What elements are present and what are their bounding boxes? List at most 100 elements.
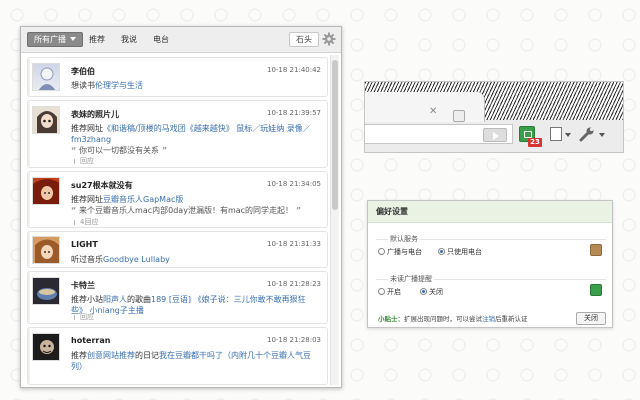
avatar[interactable] [32,333,60,361]
scrollbar[interactable] [330,55,339,385]
avatar[interactable] [32,277,60,305]
tip-body: 扩展出现问题时，可以尝试 [404,315,482,323]
user-name[interactable]: LIGHT [71,240,98,249]
tab-all-label: 所有广播 [34,35,66,44]
tab-all-broadcasts[interactable]: 所有广播 [27,32,83,47]
radio-label: 开启 [387,288,401,296]
radio-label: 只使用电台 [447,248,482,256]
page-menu-icon[interactable] [550,127,562,141]
item-link-song[interactable]: 189 [豆语] [151,295,191,304]
unread-badge: 23 [528,138,542,147]
radio-label: 广播与电台 [387,248,422,256]
search-button[interactable]: 石头 [289,32,319,47]
radio-off[interactable]: 关闭 [420,287,443,297]
tab-mine[interactable]: 我说 [121,32,137,47]
item-body: 推荐网址豆瓣音乐人GapMac版 “ 来个豆瓣音乐人mac内部0day泄漏版！有m… [71,195,302,215]
tab-recommend[interactable]: 推荐 [89,32,105,47]
radio-icon[interactable] [378,288,385,295]
action-text: 推荐小站 [71,295,103,304]
item-link[interactable]: 伦理学与生活 [95,81,143,90]
item-link[interactable]: 《和谐稿/顶楼的马戏团《越来越快》 鼠标／玩娃纳 录像／fm3zhang [71,124,311,144]
avatar[interactable] [32,177,60,205]
wrench-icon[interactable] [579,126,595,142]
action-text: 听过音乐 [71,255,103,264]
tip-tail: 后重新认证 [495,315,528,323]
avatar[interactable] [32,63,60,91]
chevron-down-icon [70,37,76,41]
group-title: 未读广播提醒 [388,274,434,284]
scrollbar-thumb[interactable] [332,60,338,210]
timestamp: 10-18 21:28:03 [266,336,321,344]
close-icon[interactable]: ✕ [429,106,437,117]
item-quote: 来个豆瓣音乐人mac内部0day泄漏版！有mac的同学走起！ [79,206,294,215]
action-text: 推荐网址 [71,195,103,204]
list-item: 卡特兰 10-18 21:28:23 推荐小站阳声人的歌曲189 [豆语] 《娘… [27,271,328,324]
item-body: 推荐创意网站推荐的日记我在豆瓣都干吗了（内附几十个豆瓣人气豆列） [71,350,319,372]
reply-link[interactable]: 回应 [74,312,94,322]
default-service-group: 默认服务 广播与电台 只使用电台 [376,234,606,267]
item-link[interactable]: 豆瓣音乐人GapMac版 [103,195,183,204]
unread-reminder-group: 未读广播提醒 开启 关闭 [376,274,606,307]
item-body: 推荐小站阳声人的歌曲189 [豆语] 《娘子说：三儿你敢不敢再狠狂些》 小nia… [71,294,319,316]
tip-text: 小贴士：扩展出现问题时，可以尝试注销后重新认证 [378,313,528,323]
list-item: 李伯伯 10-18 21:40:42 想读书伦理学与生活 [27,57,328,97]
list-item: su27根本就没有 10-18 21:34:05 推荐网址豆瓣音乐人GapMac… [27,171,328,228]
action-text: 推荐网址 [71,124,103,133]
close-button[interactable]: 关闭 [576,312,606,325]
tip-label: 小贴士： [378,315,404,323]
reply-link[interactable]: 4回应 [74,217,98,227]
list-item: 表妹的照片儿 10-18 21:39:57 推荐网址《和谐稿/顶楼的马戏团《越来… [27,100,328,168]
browser-toolbar: ✕ 23 [364,81,624,153]
avatar[interactable] [32,106,60,134]
address-bar[interactable] [365,124,513,144]
radio-radio-only[interactable]: 只使用电台 [438,247,482,257]
radio-on[interactable]: 开启 [378,287,401,297]
radio-selected-icon[interactable] [438,248,445,255]
new-tab-icon[interactable] [453,110,465,122]
item-quote: 你可以一切都没有关系 [79,146,160,155]
chevron-down-icon[interactable] [599,133,605,137]
item-body: 想读书伦理学与生活 [71,80,319,91]
action-text: 推荐 [71,351,87,360]
douban-popup: 所有广播 推荐 我说 电台 石头 李伯伯 10-18 21:40:42 想读书伦… [20,26,342,388]
list-item: LIGHT 10-18 21:31:33 听过音乐Goodbye Lullaby [27,231,328,268]
avatar[interactable] [32,236,60,264]
gear-icon[interactable] [322,32,336,46]
tab-radio[interactable]: 电台 [153,32,169,47]
radio-icon[interactable] [378,248,385,255]
timestamp: 10-18 21:34:05 [266,180,321,188]
dialog-title: 偏好设置 [368,201,612,223]
radio-selected-icon[interactable] [420,288,427,295]
group-title: 默认服务 [388,234,420,244]
tab-bar: 所有广播 推荐 我说 电台 石头 [21,27,341,53]
timestamp: 10-18 21:40:42 [266,66,321,74]
item-body: 听过音乐Goodbye Lullaby [71,254,319,265]
action-text-2: 的日记 [135,351,159,360]
item-body: 推荐网址《和谐稿/顶楼的马戏团《越来越快》 鼠标／玩娃纳 录像／fm3zhang… [71,124,311,155]
action-text: 想读书 [71,81,95,90]
radio-app-icon [590,244,602,256]
go-button[interactable] [483,128,507,142]
item-link-station[interactable]: 阳声人 [103,295,127,304]
broadcast-feed: 李伯伯 10-18 21:40:42 想读书伦理学与生活 表妹的照片儿 10-1… [23,54,330,387]
douban-extension-icon [590,284,602,296]
radio-label: 关闭 [429,288,443,296]
browser-tab[interactable]: ✕ [365,92,485,122]
user-name[interactable]: hoterran [71,336,110,345]
logout-link[interactable]: 注销 [482,315,495,323]
action-text-2: 的歌曲 [127,295,151,304]
reply-link[interactable]: 回应 [74,156,94,166]
radio-broadcast-and-radio[interactable]: 广播与电台 [378,247,422,257]
user-name[interactable]: 表妹的照片儿 [71,109,119,120]
timestamp: 10-18 21:31:33 [266,240,321,248]
timestamp: 10-18 21:39:57 [266,109,321,117]
user-name[interactable]: 卡特兰 [71,280,95,291]
item-link[interactable]: Goodbye Lullaby [103,255,170,264]
user-name[interactable]: 李伯伯 [71,66,95,77]
chevron-down-icon[interactable] [565,133,571,137]
user-name[interactable]: su27根本就没有 [71,180,133,191]
timestamp: 10-18 21:28:23 [266,280,321,288]
list-item: hoterran 10-18 21:28:03 推荐创意网站推荐的日记我在豆瓣都… [27,327,328,385]
item-link-site[interactable]: 创意网站推荐 [87,351,135,360]
preferences-dialog: 偏好设置 默认服务 广播与电台 只使用电台 未读广播提醒 开启 关闭 小贴士：扩… [367,200,613,328]
